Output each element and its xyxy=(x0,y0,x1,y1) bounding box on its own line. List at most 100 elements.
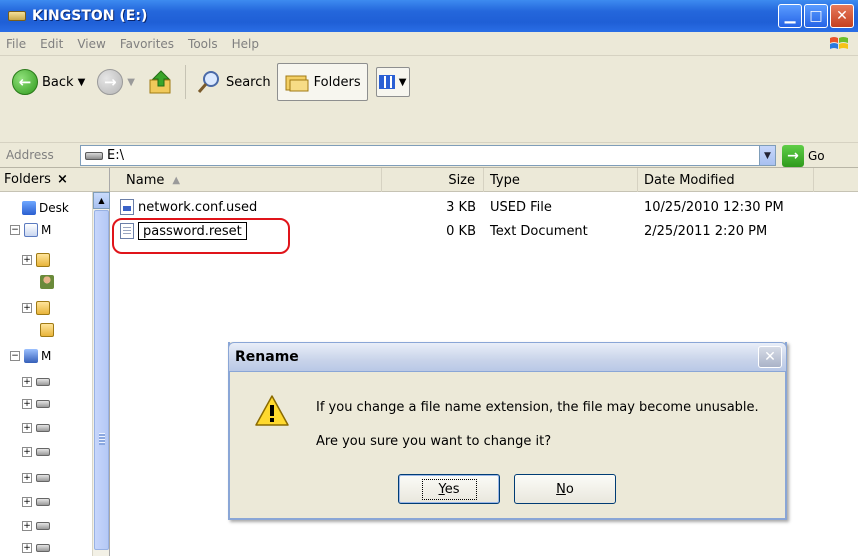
drive-icon xyxy=(36,498,50,506)
column-header: Name ▲ Size Type Date Modified xyxy=(110,168,858,192)
menu-tools[interactable]: Tools xyxy=(188,37,218,51)
dialog-message: If you change a file name extension, the… xyxy=(316,400,759,415)
address-dropdown-button[interactable]: ▼ xyxy=(759,146,775,165)
close-icon: ✕ xyxy=(836,8,848,24)
menu-view[interactable]: View xyxy=(77,37,105,51)
yes-button[interactable]: Yes xyxy=(398,474,500,504)
column-date[interactable]: Date Modified xyxy=(638,168,814,192)
no-label: No xyxy=(556,481,574,497)
expand-icon[interactable]: + xyxy=(22,255,32,265)
file-row[interactable]: network.conf.used 3 KB USED File 10/25/2… xyxy=(110,196,858,218)
minimize-button[interactable]: ▁ xyxy=(778,4,802,28)
menu-file[interactable]: File xyxy=(6,37,26,51)
tree-item[interactable]: Desk xyxy=(18,198,69,218)
tree-item[interactable]: + xyxy=(22,492,50,512)
folders-button[interactable]: Folders xyxy=(276,63,368,101)
column-type-label: Type xyxy=(490,172,520,188)
dialog-title: Rename xyxy=(235,349,299,365)
expand-icon[interactable]: + xyxy=(22,447,32,457)
tree-item[interactable] xyxy=(36,272,54,292)
chevron-down-icon[interactable]: ▼ xyxy=(127,77,135,88)
windows-logo-icon xyxy=(830,37,848,49)
title-bar[interactable]: KINGSTON (E:) ▁ □ ✕ xyxy=(0,0,858,32)
address-input[interactable]: E:\ ▼ xyxy=(80,145,776,166)
tree-item[interactable]: + xyxy=(22,298,50,318)
column-type[interactable]: Type xyxy=(484,168,638,192)
expand-icon[interactable]: + xyxy=(22,521,32,531)
back-button[interactable]: ← Back ▼ xyxy=(6,63,91,101)
expand-icon[interactable]: + xyxy=(22,473,32,483)
dialog-question: Are you sure you want to change it? xyxy=(316,434,552,449)
yes-label: Yes xyxy=(421,478,477,500)
dialog-close-button[interactable]: ✕ xyxy=(758,346,782,368)
forward-button[interactable]: → ▼ xyxy=(91,63,141,101)
up-folder-button[interactable] xyxy=(141,63,181,101)
folders-pane-title: Folders xyxy=(4,172,51,187)
expand-icon[interactable]: + xyxy=(22,377,32,387)
tree-item[interactable]: + xyxy=(22,372,50,392)
folder-icon xyxy=(40,323,54,337)
tree-item[interactable]: − M xyxy=(10,346,51,366)
file-name: network.conf.used xyxy=(138,199,258,215)
folders-pane: Folders × Desk − M + + − M + + + + + + + + ▲ xyxy=(0,168,110,556)
tree-item[interactable]: + xyxy=(22,538,50,556)
window-controls: ▁ □ ✕ xyxy=(778,4,854,28)
warning-icon xyxy=(255,395,289,426)
vertical-scrollbar[interactable]: ▲ xyxy=(92,192,110,556)
address-bar: Address E:\ ▼ → Go xyxy=(0,142,858,168)
column-name-label: Name xyxy=(126,172,165,188)
views-button[interactable]: ▼ xyxy=(375,67,410,97)
collapse-icon[interactable]: − xyxy=(10,225,20,235)
window-title: KINGSTON (E:) xyxy=(32,8,148,24)
tree-item[interactable]: + xyxy=(22,418,50,438)
column-name[interactable]: Name ▲ xyxy=(120,168,382,192)
column-size[interactable]: Size xyxy=(382,168,484,192)
file-type: Text Document xyxy=(490,223,588,239)
tree-item[interactable]: + xyxy=(22,442,50,462)
file-date: 2/25/2011 2:20 PM xyxy=(644,223,768,239)
person-icon xyxy=(40,275,54,289)
drive-icon xyxy=(36,400,50,408)
expand-icon[interactable]: + xyxy=(22,497,32,507)
sort-ascending-icon: ▲ xyxy=(172,174,181,186)
maximize-button[interactable]: □ xyxy=(804,4,828,28)
expand-icon[interactable]: + xyxy=(22,543,32,553)
drive-icon xyxy=(36,424,50,432)
no-button[interactable]: No xyxy=(514,474,616,504)
tree-item[interactable] xyxy=(36,320,54,340)
tree-item[interactable]: + xyxy=(22,516,50,536)
go-arrow-icon: → xyxy=(782,145,804,167)
tree-item[interactable]: + xyxy=(22,394,50,414)
highlight-annotation xyxy=(112,218,290,254)
column-date-label: Date Modified xyxy=(644,172,735,188)
go-button[interactable]: → Go xyxy=(782,145,825,167)
file-name-cell: network.conf.used xyxy=(120,196,257,218)
expand-icon[interactable]: + xyxy=(22,423,32,433)
collapse-icon[interactable]: − xyxy=(10,351,20,361)
menu-help[interactable]: Help xyxy=(232,37,259,51)
expand-icon[interactable]: + xyxy=(22,399,32,409)
expand-icon[interactable]: + xyxy=(22,303,32,313)
tree-item[interactable]: + xyxy=(22,468,50,488)
close-icon[interactable]: × xyxy=(57,172,68,187)
tree-item[interactable]: + xyxy=(22,250,50,270)
tree-item[interactable]: − M xyxy=(10,220,51,240)
rename-dialog: Rename ✕ If you change a file name exten… xyxy=(228,342,787,520)
drive-icon xyxy=(36,522,50,530)
chevron-down-icon[interactable]: ▼ xyxy=(78,77,86,88)
scrollbar-thumb[interactable] xyxy=(94,210,109,550)
close-button[interactable]: ✕ xyxy=(830,4,854,28)
drive-icon xyxy=(8,9,26,23)
scroll-up-icon[interactable]: ▲ xyxy=(93,192,110,209)
dialog-title-bar[interactable]: Rename ✕ xyxy=(228,342,787,372)
chevron-down-icon[interactable]: ▼ xyxy=(399,77,407,88)
file-date: 10/25/2010 12:30 PM xyxy=(644,199,784,215)
file-type: USED File xyxy=(490,199,552,215)
column-size-label: Size xyxy=(448,172,475,188)
toolbar-separator xyxy=(184,65,186,99)
menu-favorites[interactable]: Favorites xyxy=(120,37,174,51)
desktop-icon xyxy=(22,201,36,215)
drive-icon xyxy=(85,151,103,160)
menu-edit[interactable]: Edit xyxy=(40,37,63,51)
search-button[interactable]: Search xyxy=(190,63,277,101)
